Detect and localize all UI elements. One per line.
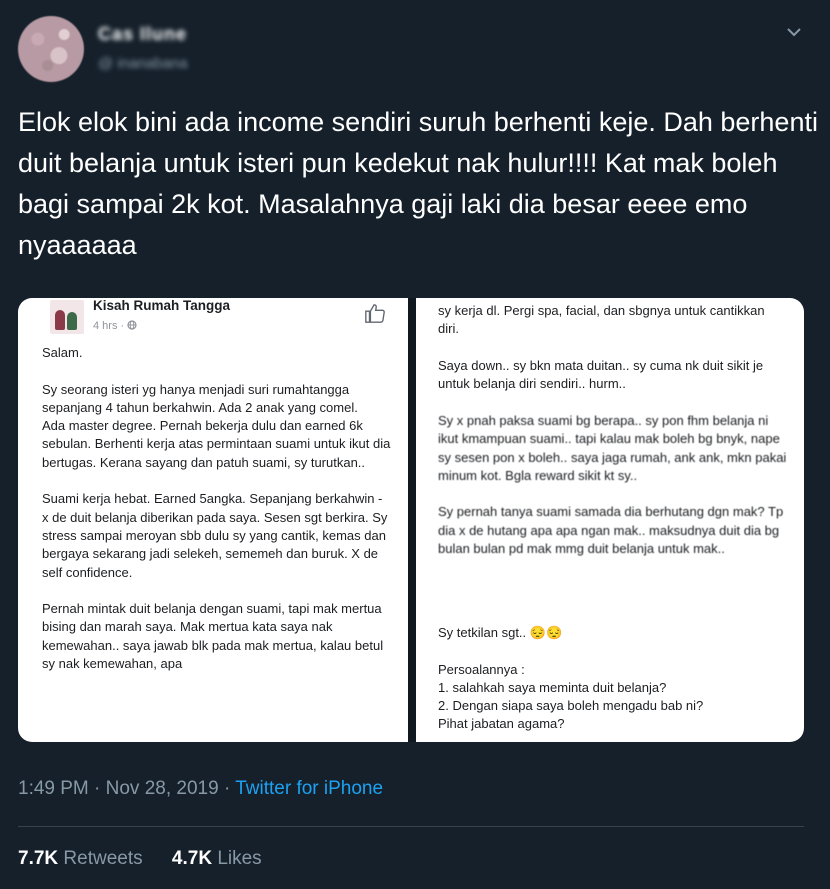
likes-stat[interactable]: 4.7K Likes	[172, 848, 262, 869]
thumbs-up-icon	[365, 304, 385, 323]
tweet-meta: 1:49 PM · Nov 28, 2019 · Twitter for iPh…	[18, 778, 383, 800]
tweet-timestamp[interactable]: 1:49 PM · Nov 28, 2019 ·	[18, 778, 235, 799]
chevron-down-icon[interactable]	[786, 24, 802, 40]
tweet-text: Elok elok bini ada income sendiri suruh …	[18, 107, 818, 260]
likes-count: 4.7K	[171, 848, 213, 869]
user-handle[interactable]: @ inanabana	[98, 55, 187, 72]
post-body-right-top: sy kerja dl. Pergi spa, facial, dan sbgn…	[438, 303, 765, 392]
avatar[interactable]	[18, 16, 84, 82]
tweet-media[interactable]: Kisah Rumah Tangga 4 hrs · Salam. Sy seo…	[18, 298, 804, 742]
post-time-text: 4 hrs ·	[93, 320, 125, 332]
post-body-left: Salam. Sy seorang isteri yg hanya menjad…	[42, 345, 391, 672]
tweet-source-link[interactable]: Twitter for iPhone	[235, 778, 383, 799]
group-avatar	[50, 300, 84, 334]
retweets-count: 7.7K	[18, 848, 59, 869]
tweet-header: Cas Ilune @ inanabana	[0, 0, 830, 96]
fb-post-header: Kisah Rumah Tangga 4 hrs ·	[18, 298, 408, 338]
media-left-panel: Kisah Rumah Tangga 4 hrs · Salam. Sy seo…	[18, 298, 408, 742]
group-name: Kisah Rumah Tangga	[93, 298, 231, 313]
post-body-right-middle: Sy x pnah paksa suami bg berapa.. sy pon…	[438, 413, 787, 557]
post-body-right-bottom: Sy tetkilan sgt.. 😔😔 Persoalannya : 1. s…	[438, 625, 704, 732]
panel-divider	[408, 298, 416, 742]
likes-label: Likes	[217, 848, 262, 869]
divider	[18, 826, 804, 827]
media-right-panel: sy kerja dl. Pergi spa, facial, dan sbgn…	[416, 298, 804, 742]
retweets-label: Retweets	[63, 848, 143, 869]
tweet-stats: 7.7K Retweets 4.7K Likes	[18, 848, 286, 870]
globe-icon	[127, 320, 137, 330]
post-time: 4 hrs ·	[93, 317, 137, 335]
display-name[interactable]: Cas Ilune	[98, 24, 187, 45]
retweets-stat[interactable]: 7.7K Retweets	[18, 848, 143, 869]
